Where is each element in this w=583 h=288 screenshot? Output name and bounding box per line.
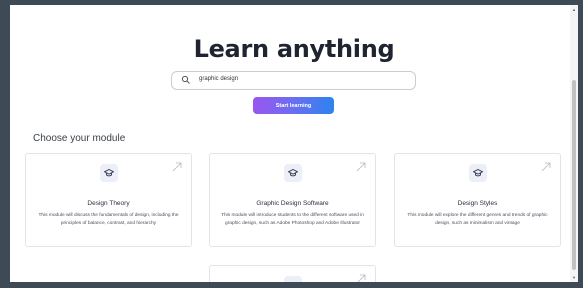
module-card-graphic-design-software[interactable]: Graphic Design Software This module will…: [209, 153, 376, 247]
arrow-up-right-icon: [172, 162, 182, 172]
search-input[interactable]: graphic design: [171, 71, 416, 90]
search-icon: [181, 75, 190, 84]
module-card-design-styles[interactable]: Design Styles This module will explore t…: [394, 153, 561, 247]
module-card-design-theory[interactable]: Design Theory This module will discuss t…: [25, 153, 192, 247]
scrollbar-thumb[interactable]: [572, 80, 576, 270]
vertical-scrollbar[interactable]: ▲ ▼: [570, 5, 578, 282]
module-description: This module will introduce students to t…: [221, 213, 364, 226]
graduation-cap-icon: [283, 276, 302, 282]
graduation-cap-icon: [468, 164, 487, 182]
arrow-up-right-icon: [357, 274, 366, 282]
app-window: Learn anything graphic design Start lear…: [10, 5, 578, 282]
arrow-up-right-icon: [541, 162, 551, 172]
module-card-partial[interactable]: [209, 265, 376, 282]
module-title: Graphic Design Software: [256, 200, 329, 207]
scroll-up-icon[interactable]: ▲: [572, 7, 576, 12]
scroll-down-icon[interactable]: ▼: [572, 275, 576, 280]
module-title: Design Theory: [87, 200, 130, 207]
module-title: Design Styles: [457, 200, 498, 207]
arrow-up-right-icon: [356, 162, 366, 172]
page-title: Learn anything: [193, 35, 395, 63]
start-learning-button[interactable]: Start learning: [253, 97, 334, 114]
module-description: This module will discuss the fundamental…: [38, 213, 179, 226]
section-title: Choose your module: [33, 133, 126, 144]
graduation-cap-icon: [283, 164, 302, 182]
graduation-cap-icon: [99, 164, 118, 182]
module-description: This module will explore the different g…: [407, 213, 548, 226]
search-value: graphic design: [199, 76, 239, 82]
